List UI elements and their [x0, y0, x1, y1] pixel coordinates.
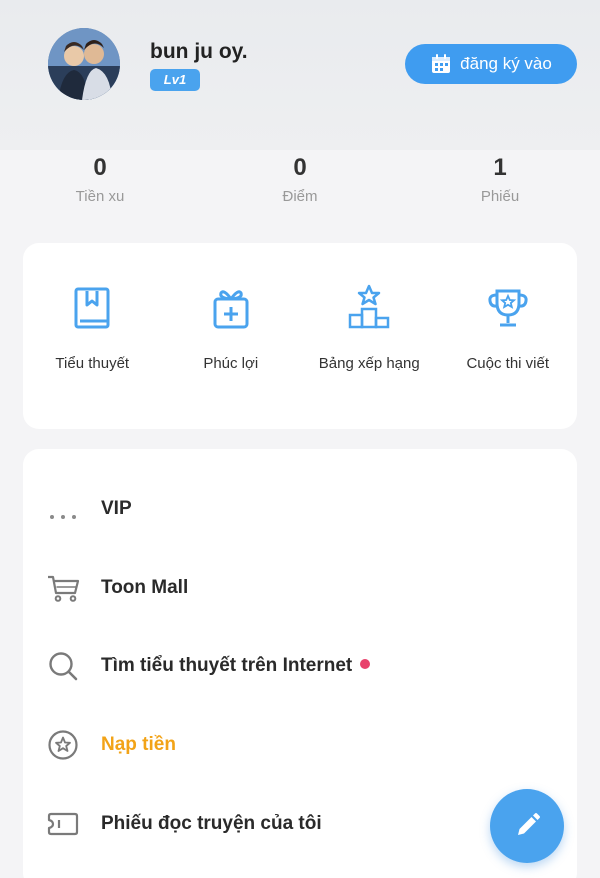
stat-value: 0 — [93, 154, 107, 181]
feature-label: Phúc lợi — [203, 355, 259, 372]
more-dots-icon — [45, 493, 81, 529]
menu-label-text: Tìm tiểu thuyết trên Internet — [101, 655, 353, 676]
menu-label: VIP — [101, 498, 132, 519]
gift-icon — [213, 290, 249, 329]
signin-label: đăng ký vào — [460, 54, 552, 73]
stat-label: Phiếu — [480, 188, 520, 205]
feature-novels[interactable]: Tiểu thuyết — [23, 243, 162, 429]
write-fab-button[interactable] — [490, 789, 564, 863]
menu-label: Nạp tiền — [101, 734, 176, 755]
features-card: Tiểu thuyết Phúc lợi Bảng xếp hạng Cuộc … — [23, 243, 577, 429]
menu-item-search-novels[interactable]: Tìm tiểu thuyết trên Internet — [23, 636, 577, 696]
feature-welfare[interactable]: Phúc lợi — [162, 243, 301, 429]
avatar[interactable] — [48, 28, 120, 100]
menu-item-top-up[interactable]: Nạp tiền — [23, 715, 577, 775]
avatar-photo-icon — [48, 28, 120, 100]
menu-item-toon-mall[interactable]: Toon Mall — [23, 558, 577, 618]
stat-value: 1 — [493, 154, 507, 181]
pencil-icon — [518, 813, 540, 835]
ranking-podium-icon — [349, 284, 390, 329]
menu-item-vip[interactable]: VIP — [23, 479, 577, 539]
trophy-icon — [488, 289, 528, 327]
menu-label: Phiếu đọc truyện của tôi — [101, 813, 322, 834]
coin-star-icon — [45, 727, 81, 763]
level-badge: Lv1 — [150, 69, 200, 91]
book-icon — [74, 287, 110, 329]
stat-label: Tiền xu — [75, 188, 125, 205]
feature-label: Tiểu thuyết — [55, 355, 130, 372]
menu-label: Toon Mall — [101, 577, 189, 598]
menu-label: Tìm tiểu thuyết trên Internet — [101, 655, 371, 677]
stat-tickets[interactable]: 1 Phiếu — [400, 150, 600, 220]
search-icon — [45, 648, 81, 684]
stat-coins[interactable]: 0 Tiền xu — [0, 150, 200, 220]
stat-value: 0 — [293, 154, 307, 181]
calendar-icon — [432, 54, 451, 73]
feature-label: Bảng xếp hạng — [318, 355, 420, 372]
cart-icon — [45, 570, 81, 606]
stat-points[interactable]: 0 Điểm — [200, 150, 400, 220]
stats-row: 0 Tiền xu 0 Điểm 1 Phiếu — [0, 150, 600, 220]
feature-label: Cuộc thi viết — [466, 355, 550, 372]
feature-writing-contest[interactable]: Cuộc thi viết — [439, 243, 578, 429]
username: bun ju oy. — [150, 40, 248, 63]
signin-button[interactable]: đăng ký vào — [405, 44, 577, 84]
notification-dot — [360, 658, 371, 669]
stat-label: Điểm — [282, 188, 318, 205]
ticket-icon — [45, 806, 81, 842]
feature-ranking[interactable]: Bảng xếp hạng — [300, 243, 439, 429]
